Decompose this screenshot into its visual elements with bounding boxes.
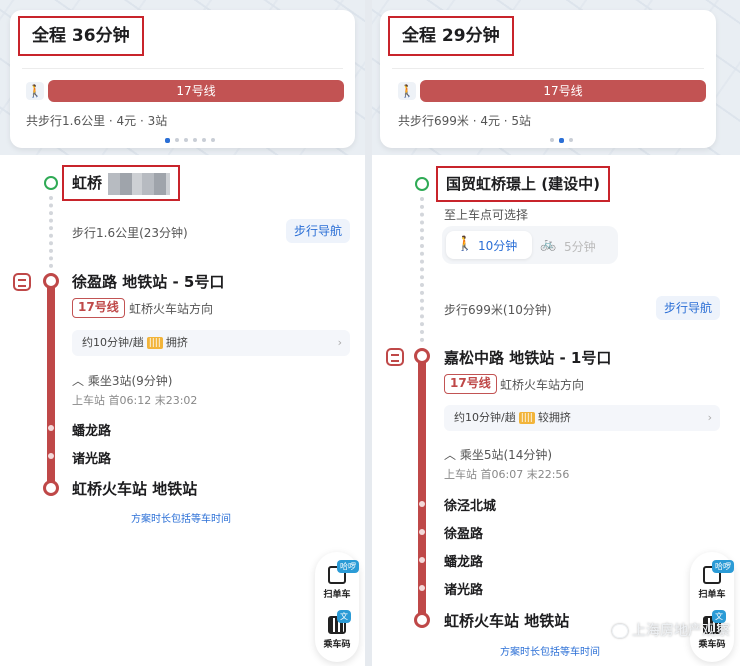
line-badge: 17号线 (444, 374, 497, 394)
chevron-up-icon: ︿ (72, 374, 88, 388)
board-station[interactable]: 嘉松中路 地铁站 - 1号口 (444, 347, 611, 368)
walk-nav-button[interactable]: 步行导航 (656, 296, 721, 320)
stop-dot (419, 529, 425, 535)
crowd-info[interactable]: 约10分钟/趟 |||| 较拥挤 › (444, 405, 720, 431)
start-location[interactable]: 国贸虹桥璟上 (建设中) (436, 166, 610, 202)
stop-name: 徐泾北城 (444, 499, 497, 514)
page-dots[interactable] (165, 138, 215, 144)
ride-summary[interactable]: ︿ 乘坐5站(14分钟) (444, 446, 552, 463)
floating-actions: 哈啰 扫单车 文 乘车码 (690, 552, 734, 662)
scan-tag: 哈啰 (712, 560, 734, 573)
chevron-right-icon: › (337, 336, 342, 349)
start-marker (44, 176, 58, 190)
route-panel-right: 全程 29分钟 🚶 17号线 共步行699米 · 4元 · 5站 国贸虹桥璟上 … (372, 0, 740, 666)
scan-bike-label[interactable]: 扫单车 (690, 587, 734, 600)
divider (392, 68, 704, 69)
walk-path (420, 197, 424, 342)
mode-hint: 至上车点可选择 (444, 208, 529, 222)
ride-summary-text: 乘坐3站(9分钟) (87, 374, 173, 388)
metro-icon (13, 273, 31, 291)
mode-switch: 🚶 10分钟 🚲 5分钟 (442, 226, 618, 264)
stop-name: 诸光路 (72, 452, 112, 467)
board-node (414, 348, 430, 364)
stop-dot (48, 453, 54, 459)
stop-dot (48, 425, 54, 431)
chevron-up-icon: ︿ (444, 448, 460, 462)
stop-name: 蟠龙路 (72, 424, 112, 439)
metro-icon (386, 348, 404, 366)
route-summary-card[interactable]: 全程 29分钟 🚶 17号线 共步行699米 · 4元 · 5站 (380, 10, 716, 148)
watermark-text: 上海房地产观察 (632, 623, 730, 639)
transit-code-label[interactable]: 乘车码 (315, 637, 359, 650)
direction: 虹桥火车站方向 (129, 302, 214, 316)
scan-bike-label[interactable]: 扫单车 (315, 587, 359, 600)
end-station[interactable]: 虹桥火车站 地铁站 (72, 478, 197, 499)
route-summary-card[interactable]: 全程 36分钟 🚶 17号线 共步行1.6公里 · 4元 · 3站 (10, 10, 355, 148)
total-time: 全程 36分钟 (18, 16, 144, 56)
walk-info: 步行1.6公里(23分钟) (72, 226, 188, 240)
scan-tag: 哈啰 (337, 560, 359, 573)
watermark: 上海房地产观察 (612, 620, 730, 640)
walk-mode-option[interactable]: 🚶 10分钟 (446, 231, 532, 259)
stop-name: 诸光路 (444, 583, 484, 598)
stop-dot (419, 501, 425, 507)
board-node (43, 273, 59, 289)
walk-mode-time: 10分钟 (478, 239, 518, 253)
board-station[interactable]: 徐盈路 地铁站 - 5号口 (72, 271, 224, 292)
ride-times: 上车站 首06:07 末22:56 (444, 468, 570, 481)
walk-icon: 🚶 (398, 82, 416, 100)
stop-name: 徐盈路 (444, 527, 484, 542)
walk-icon: 🚶 (456, 236, 474, 252)
total-time: 全程 29分钟 (388, 16, 514, 56)
page-dots[interactable] (550, 138, 573, 144)
blurred-text (108, 172, 171, 195)
frequency: 约10分钟/趟 (454, 411, 516, 424)
walk-info: 步行699米(10分钟) (444, 303, 552, 317)
line-17-bar: 17号线 (420, 80, 706, 102)
frequency: 约10分钟/趟 (82, 336, 144, 349)
ride-summary[interactable]: ︿ 乘坐3站(9分钟) (72, 372, 172, 389)
line-badge: 17号线 (72, 298, 125, 318)
start-marker (415, 177, 429, 191)
crowd-level: 拥挤 (165, 336, 188, 349)
line-17-bar: 17号线 (48, 80, 344, 102)
panel-divider (365, 0, 372, 666)
footnote: 方案时长包括等车时间 (131, 514, 231, 525)
stop-dot (419, 585, 425, 591)
bike-icon[interactable]: 🚲 (540, 237, 556, 252)
direction: 虹桥火车站方向 (500, 378, 585, 392)
route-info: 共步行699米 · 4元 · 5站 (398, 114, 532, 128)
footnote: 方案时长包括等车时间 (500, 647, 600, 658)
bike-mode-time[interactable]: 5分钟 (564, 238, 596, 255)
route-panel-left: 全程 36分钟 🚶 17号线 共步行1.6公里 · 4元 · 3站 虹桥 步行1… (0, 0, 365, 666)
route-info: 共步行1.6公里 · 4元 · 3站 (26, 114, 168, 128)
qr-tag: 文 (337, 610, 351, 623)
walk-icon: 🚶 (26, 82, 44, 100)
stop-name: 蟠龙路 (444, 555, 484, 570)
crowd-icon: |||| (146, 337, 163, 349)
start-location[interactable]: 虹桥 (62, 165, 181, 201)
walk-path (49, 196, 53, 268)
floating-actions: 哈啰 扫单车 文 乘车码 (315, 552, 359, 662)
divider (22, 68, 343, 69)
crowd-info[interactable]: 约10分钟/趟 |||| 拥挤 › (72, 330, 350, 356)
crowd-icon: |||| (518, 412, 535, 424)
walk-nav-button[interactable]: 步行导航 (286, 219, 351, 243)
end-node (414, 612, 430, 628)
crowd-level: 较拥挤 (537, 411, 571, 424)
stop-dot (419, 557, 425, 563)
start-name: 虹桥 (72, 174, 103, 192)
ride-times: 上车站 首06:12 末23:02 (72, 394, 198, 407)
ride-summary-text: 乘坐5站(14分钟) (459, 448, 553, 462)
wechat-icon (612, 624, 628, 638)
end-node (43, 480, 59, 496)
chevron-right-icon: › (707, 411, 712, 424)
end-station[interactable]: 虹桥火车站 地铁站 (444, 610, 569, 631)
line-17-path (418, 356, 426, 620)
